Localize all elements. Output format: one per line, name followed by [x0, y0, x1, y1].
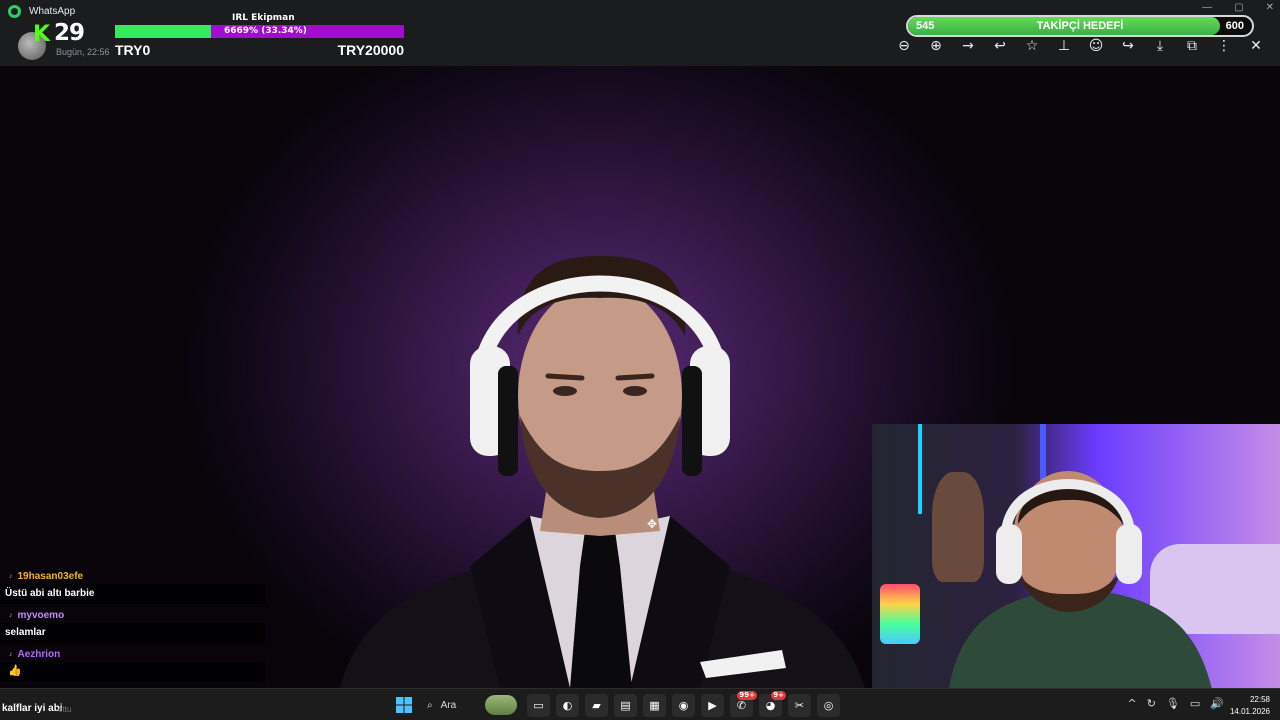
taskbar-whatsapp-icon[interactable]: ✆ 99+: [730, 690, 757, 717]
viewer-count: 29: [54, 20, 85, 46]
open-external-icon[interactable]: ⧉: [1182, 38, 1202, 54]
follower-goal-bar: 545 TAKİPÇİ HEDEFİ 600: [906, 15, 1254, 37]
share-icon[interactable]: ↪: [1118, 38, 1138, 54]
search-placeholder: Ara: [440, 699, 457, 711]
zoom-in-icon[interactable]: ⊕: [926, 38, 946, 54]
tray-icon[interactable]: 🔊: [1210, 697, 1224, 710]
taskbar-copilot-icon[interactable]: ◐: [556, 693, 579, 717]
app-glyph: ◐: [562, 698, 573, 712]
download-icon[interactable]: ⤓: [1150, 38, 1170, 54]
clock[interactable]: 22:58 14.01.2026: [1230, 694, 1270, 718]
minimize-button[interactable]: —: [1202, 2, 1212, 13]
webcam-overlay: [872, 424, 1280, 688]
notification-badge: 99+: [737, 690, 757, 700]
pin-icon[interactable]: ⊥: [1054, 38, 1074, 54]
app-glyph: ▭: [533, 698, 544, 712]
chat-last-line: kalflar iyi abi: [2, 703, 63, 714]
window-close-button[interactable]: ✕: [1266, 2, 1274, 13]
donation-goal-end: TRY20000: [337, 42, 404, 58]
app-glyph: ✂: [794, 698, 805, 712]
chat-badge-icon: ♪: [9, 651, 13, 658]
taskbar-discord-icon[interactable]: ◕ 9+: [759, 690, 786, 717]
app-name: WhatsApp: [29, 6, 76, 17]
media-image: [340, 256, 865, 688]
app-title: WhatsApp: [8, 5, 75, 18]
chat-emote: 👍: [8, 665, 22, 677]
donation-goal-title: IRL Ekipman: [232, 13, 295, 23]
forward-icon[interactable]: →: [958, 38, 978, 54]
follower-goal-label: TAKİPÇİ HEDEFİ: [1036, 20, 1124, 32]
app-glyph: ▤: [620, 698, 631, 712]
app-glyph: ▦: [649, 698, 660, 712]
donation-goal-start: TRY0: [115, 42, 151, 58]
window-controls: — ▢ ✕: [1202, 2, 1274, 13]
taskbar-apps: ⌕ Ara ▭ ◐ ▰ ▤ ▦ ◉ ▶ ✆ 99+ ◕ 9+ ✂ ◎: [392, 690, 840, 717]
windows-logo-icon: [395, 697, 412, 713]
search-icon: ⌕: [427, 699, 433, 711]
clock-date: 14.01.2026: [1229, 707, 1270, 716]
chat-username: myvoemo: [17, 610, 65, 621]
chat-message: ♪ 19hasan03efe Üstü abi altı barbie: [0, 570, 265, 609]
taskbar-search[interactable]: ⌕ Ara: [421, 693, 521, 717]
chat-header: ♪ 19hasan03efe: [9, 571, 83, 582]
zoom-out-icon[interactable]: ⊖: [894, 38, 914, 54]
streamer: [949, 471, 1212, 688]
reply-icon[interactable]: ↩: [990, 38, 1010, 54]
chat-badge-icon: ♪: [9, 573, 13, 580]
chat-header: ♪ Aezhrion: [9, 649, 60, 660]
tray-icon[interactable]: ↻: [1147, 697, 1156, 710]
react-icon[interactable]: ☺: [1086, 38, 1106, 54]
taskbar-obs-icon[interactable]: ◎: [817, 693, 840, 717]
close-icon[interactable]: ✕: [1246, 38, 1266, 54]
kick-logo-icon: K: [33, 22, 50, 47]
chat-message: ♪ Aezhrion 👍: [0, 648, 265, 687]
media-toolbar: ⊖ ⊕ → ↩ ☆ ⊥ ☺ ↪ ⤓ ⧉ ⋮ ✕: [894, 38, 1266, 54]
star-icon[interactable]: ☆: [1022, 38, 1042, 54]
chat-username: 19hasan03efe: [17, 571, 84, 582]
message-timestamp: Bugün, 22:56: [56, 47, 110, 57]
donation-goal-bar: 6669% (33.34%): [115, 25, 404, 38]
chat-message: ♪ myvoemo selamlar: [0, 609, 265, 648]
chat-text: selamlar: [0, 623, 265, 643]
donation-goal-percent: 6669% (33.34%): [224, 26, 307, 36]
taskbar-store-icon[interactable]: ▦: [643, 693, 666, 717]
windows-taskbar: kalflar iyi abi ottu ⌕ Ara ▭ ◐ ▰ ▤ ▦ ◉ ▶ ✆ 99+ ◕ 9…: [0, 688, 1280, 720]
taskbar-news-icon[interactable]: ▤: [614, 693, 637, 717]
start-button[interactable]: [392, 694, 415, 717]
chat-text: [0, 662, 265, 682]
donation-goal-fill: [115, 25, 212, 38]
chat-text: Üstü abi altı barbie: [0, 584, 265, 604]
chat-username: Aezhrion: [17, 649, 61, 660]
app-glyph: ◉: [678, 698, 689, 712]
system-tray: ^ ↻ 🎙 ▭ 🔊: [1127, 697, 1224, 710]
whatsapp-titlebar: WhatsApp — ▢ ✕ K 29 Bugün, 22:56 IRL Eki…: [0, 0, 1280, 66]
tray-icon[interactable]: ▭: [1190, 697, 1200, 710]
taskbar-youtube-icon[interactable]: ▶: [701, 693, 724, 717]
chat-header: ♪ myvoemo: [9, 610, 64, 621]
more-icon[interactable]: ⋮: [1214, 38, 1234, 54]
taskbar-file-explorer-icon[interactable]: ▭: [527, 693, 550, 717]
clock-time: 22:58: [1249, 695, 1270, 704]
taskbar-folder-icon[interactable]: ▰: [585, 693, 608, 717]
follower-goal-target: 600: [1225, 20, 1244, 32]
move-cursor-icon: ✥: [647, 517, 658, 531]
chat-last-line-sub: ottu: [58, 705, 72, 714]
app-glyph: ◎: [823, 698, 834, 712]
notification-badge: 9+: [771, 690, 786, 700]
chat-badge-icon: ♪: [9, 612, 13, 619]
microphone: [880, 584, 920, 644]
whatsapp-logo-icon: [8, 5, 21, 18]
led-light: [918, 424, 922, 514]
app-glyph: ▰: [592, 698, 601, 712]
app-glyph: ✆: [736, 698, 747, 712]
search-highlight-icon: [485, 695, 517, 715]
tray-icon[interactable]: 🎙: [1166, 697, 1180, 710]
app-glyph: ▶: [708, 698, 717, 712]
taskbar-chrome-icon[interactable]: ◉: [672, 693, 695, 717]
tray-icon[interactable]: ^: [1127, 697, 1136, 710]
maximize-button[interactable]: ▢: [1234, 2, 1243, 13]
taskbar-capcut-icon[interactable]: ✂: [788, 693, 811, 717]
app-glyph: ◕: [765, 698, 776, 712]
